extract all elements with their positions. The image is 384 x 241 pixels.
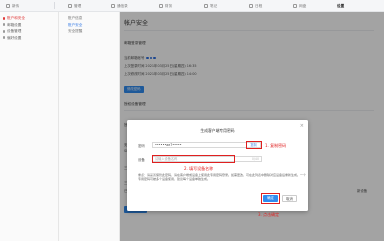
contacts-icon xyxy=(111,4,115,8)
highlight-box xyxy=(246,141,262,149)
nav-item-settings[interactable]: 设置 xyxy=(337,3,344,9)
manage-icon xyxy=(68,4,72,8)
dialog-note: 重点：请妥善保管此密码，请在客户端或设备上使用此专用密码登录。如需更改，可在此列… xyxy=(138,173,307,182)
finance-icon xyxy=(159,4,163,8)
gear-icon xyxy=(2,36,6,40)
nav-item-4[interactable]: 笔记 xyxy=(204,3,217,9)
cloud-drive-icon xyxy=(293,4,297,8)
step1-annotation: 1. 复制密码 xyxy=(265,142,287,148)
highlight-box xyxy=(152,155,235,163)
nav-item-2[interactable]: 通信录 xyxy=(111,3,128,9)
step2-annotation: 2. 填写设备名称 xyxy=(184,166,214,171)
nav-item-3[interactable]: 财务 xyxy=(159,3,172,9)
calendar-icon xyxy=(249,4,253,8)
highlight-box xyxy=(261,193,280,204)
password-field[interactable]: ••••••ae7••••• xyxy=(152,142,247,148)
notes-icon xyxy=(204,4,208,8)
dialog-title: 生成客户端专用密码 xyxy=(200,128,235,133)
nav-item-0[interactable]: 新传 xyxy=(6,3,19,9)
device-icon xyxy=(2,29,6,33)
subnav-item-security-alert[interactable]: 安全提醒 xyxy=(59,28,119,35)
nav-item-1[interactable]: 管理 xyxy=(68,3,81,9)
sidebar-item-preferences[interactable]: 偏好设置 xyxy=(0,35,58,42)
close-icon[interactable]: × xyxy=(300,124,304,129)
top-nav-bar: 新传 管理 通信录 财务 笔记 日程 网盘 设置 xyxy=(0,0,384,12)
password-label: 密码 xyxy=(138,144,145,148)
sub-nav: 账户信息 账户安全 安全提醒 xyxy=(59,12,120,241)
nav-item-5[interactable]: 日程 xyxy=(249,3,262,9)
device-label: 设备 xyxy=(138,158,145,162)
generate-password-dialog: 生成客户端专用密码 × 密码 ••••••ae7••••• 复制 1. 复制密码… xyxy=(127,120,308,211)
char-counter: 0/40 xyxy=(251,157,259,161)
cancel-button[interactable]: 取消 xyxy=(282,195,297,202)
mail-icon xyxy=(2,23,6,27)
sidebar: 账户和安全 邮箱设置 设备管理 偏好设置 xyxy=(0,12,59,241)
post-icon xyxy=(6,4,10,8)
shield-icon xyxy=(2,16,6,20)
step3-annotation: 3. 点击确定 xyxy=(258,212,280,217)
nav-item-6[interactable]: 网盘 xyxy=(293,3,306,9)
divider xyxy=(54,2,55,9)
